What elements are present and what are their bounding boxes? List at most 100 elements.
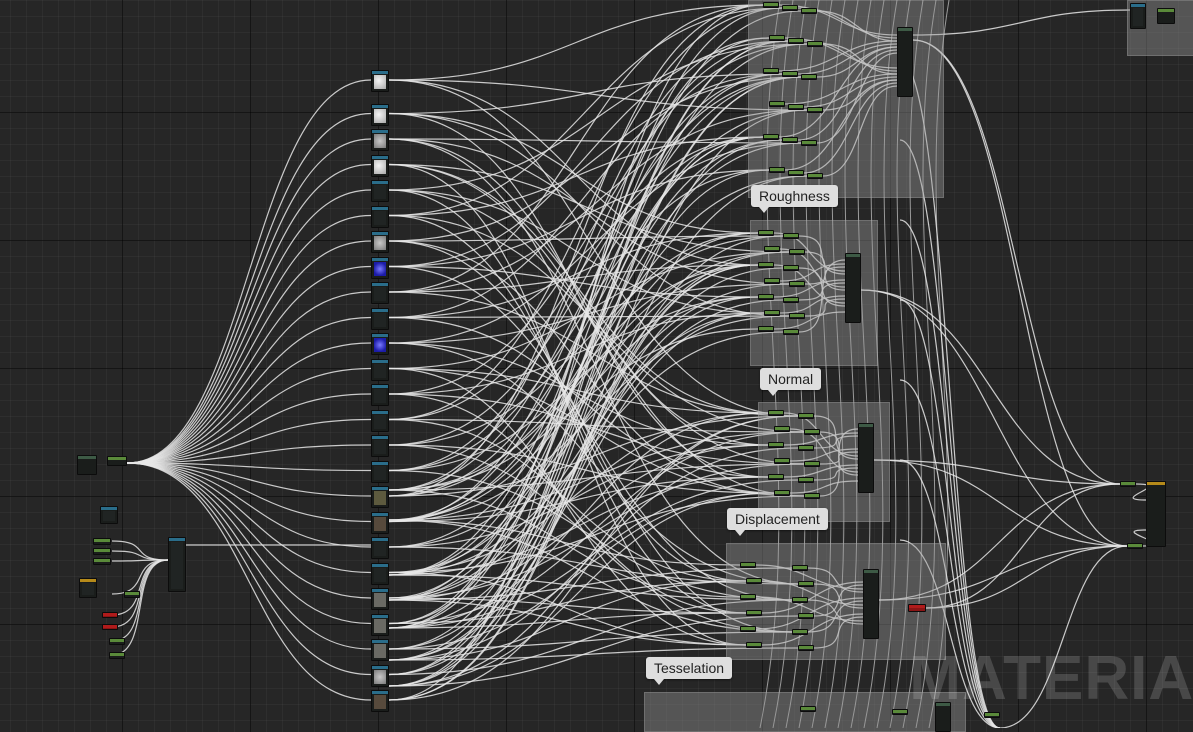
- texture-sample-14[interactable]: [371, 409, 389, 432]
- wire-uv-to-texture[interactable]: [126, 462, 372, 650]
- base-color-node-13[interactable]: [763, 134, 779, 140]
- roughness-node-2[interactable]: [783, 233, 799, 239]
- scalar-param-2[interactable]: [93, 548, 111, 555]
- normal-node-3[interactable]: [774, 426, 790, 432]
- texture-sample-11[interactable]: [371, 333, 389, 355]
- displacement-output[interactable]: [863, 569, 879, 639]
- wire-uv-to-texture[interactable]: [126, 265, 372, 464]
- base-color-output[interactable]: [897, 27, 913, 97]
- texture-sample-16[interactable]: [371, 460, 389, 483]
- texture-sample-25[interactable]: [371, 690, 389, 712]
- base-color-node-7[interactable]: [763, 68, 779, 74]
- base-color-node-12[interactable]: [807, 107, 823, 113]
- base-color-node-18[interactable]: [807, 173, 823, 179]
- wire-texture-to-group[interactable]: [388, 136, 764, 629]
- base-color-node-9[interactable]: [801, 74, 817, 80]
- tesselation-node-1[interactable]: [800, 706, 816, 712]
- uv-coordinate-node[interactable]: [77, 455, 97, 475]
- wire-to-output[interactable]: [860, 289, 1128, 547]
- wire-texture-to-group[interactable]: [388, 136, 764, 491]
- displacement-node-9[interactable]: [740, 626, 756, 632]
- displacement-node-5[interactable]: [740, 594, 756, 600]
- texture-sample-23[interactable]: [371, 639, 389, 661]
- wire-uv-to-texture[interactable]: [126, 462, 372, 625]
- texture-sample-15[interactable]: [371, 435, 389, 457]
- base-color-node-14[interactable]: [782, 137, 798, 143]
- base-color-node-3[interactable]: [801, 8, 817, 14]
- base-color-node-11[interactable]: [788, 104, 804, 110]
- wire-texture-to-group[interactable]: [388, 4, 764, 81]
- base-color-node-2[interactable]: [782, 5, 798, 11]
- displacement-node-8[interactable]: [798, 613, 814, 619]
- base-color-node-15[interactable]: [801, 140, 817, 146]
- texture-sample-7[interactable]: [371, 231, 389, 253]
- texture-sample-8[interactable]: [371, 256, 389, 279]
- roughness-node-8[interactable]: [789, 281, 805, 287]
- normal-node-12[interactable]: [804, 493, 820, 499]
- wire-param[interactable]: [111, 559, 169, 642]
- wire-texture-to-group[interactable]: [388, 312, 765, 599]
- multiply-node-1[interactable]: [109, 638, 125, 645]
- final-input-b[interactable]: [1127, 543, 1143, 549]
- wire-param[interactable]: [111, 540, 169, 561]
- scalar-param-1[interactable]: [93, 538, 111, 545]
- displacement-node-11[interactable]: [746, 642, 762, 648]
- texture-sample-5[interactable]: [371, 180, 389, 202]
- comment-title-roughness[interactable]: Roughness: [751, 185, 838, 213]
- normal-node-9[interactable]: [768, 474, 784, 480]
- texture-sample-3[interactable]: [371, 129, 389, 151]
- wire-uv-to-texture[interactable]: [126, 214, 372, 464]
- comment-title-normal[interactable]: Normal: [760, 368, 822, 396]
- normal-node-10[interactable]: [798, 477, 814, 483]
- roughness-output[interactable]: [845, 253, 861, 323]
- texture-sample-17[interactable]: [371, 486, 389, 508]
- texture-sample-18[interactable]: [371, 511, 389, 534]
- material-function-node[interactable]: [168, 537, 186, 592]
- top-right-node[interactable]: [1157, 8, 1175, 24]
- base-color-node-10[interactable]: [769, 101, 785, 107]
- base-color-node-17[interactable]: [788, 170, 804, 176]
- normal-node-6[interactable]: [798, 445, 814, 451]
- roughness-node-11[interactable]: [764, 310, 780, 316]
- displacement-node-10[interactable]: [792, 629, 808, 635]
- base-color-node-1[interactable]: [763, 2, 779, 8]
- normal-node-1[interactable]: [768, 410, 784, 416]
- add-node[interactable]: [124, 591, 140, 598]
- comment-title-displacement[interactable]: Displacement: [727, 508, 828, 536]
- roughness-node-5[interactable]: [758, 262, 774, 268]
- roughness-node-10[interactable]: [783, 297, 799, 303]
- roughness-node-3[interactable]: [764, 246, 780, 252]
- roughness-node-14[interactable]: [783, 329, 799, 335]
- displacement-node-12[interactable]: [798, 645, 814, 651]
- scalar-param-3[interactable]: [93, 558, 111, 565]
- texture-sample-2[interactable]: [371, 103, 389, 126]
- displacement-node-1[interactable]: [740, 562, 756, 568]
- texture-sample-6[interactable]: [371, 205, 389, 228]
- wire-uv-to-texture[interactable]: [126, 462, 372, 599]
- constant-red-2[interactable]: [102, 624, 118, 630]
- texture-sample-19[interactable]: [371, 537, 389, 559]
- final-output-node[interactable]: [1146, 481, 1166, 547]
- normal-node-5[interactable]: [768, 442, 784, 448]
- roughness-node-13[interactable]: [758, 326, 774, 332]
- tesselation-node-2[interactable]: [892, 709, 908, 715]
- normal-node-2[interactable]: [798, 413, 814, 419]
- top-right-preview[interactable]: [1130, 3, 1146, 29]
- wire-uv-to-texture[interactable]: [126, 112, 372, 464]
- wire-to-output[interactable]: [873, 459, 1121, 485]
- comment-title-tesselation[interactable]: Tesselation: [646, 657, 733, 685]
- roughness-node-1[interactable]: [758, 230, 774, 236]
- normal-output[interactable]: [858, 423, 874, 493]
- wire-texture-to-group[interactable]: [388, 519, 741, 566]
- wire-uv-to-texture[interactable]: [126, 189, 372, 464]
- wire-uv-to-texture[interactable]: [126, 240, 372, 464]
- vector-param-node[interactable]: [79, 578, 97, 598]
- displacement-red-node[interactable]: [908, 604, 926, 612]
- roughness-node-6[interactable]: [783, 265, 799, 271]
- wire-uv-to-texture[interactable]: [126, 79, 372, 464]
- wire-texture-to-group[interactable]: [388, 76, 802, 446]
- param-node-a[interactable]: [100, 506, 118, 524]
- wire-uv-to-texture[interactable]: [126, 462, 372, 701]
- wire-texture-to-group[interactable]: [388, 138, 769, 446]
- wire-uv-to-texture[interactable]: [126, 291, 372, 464]
